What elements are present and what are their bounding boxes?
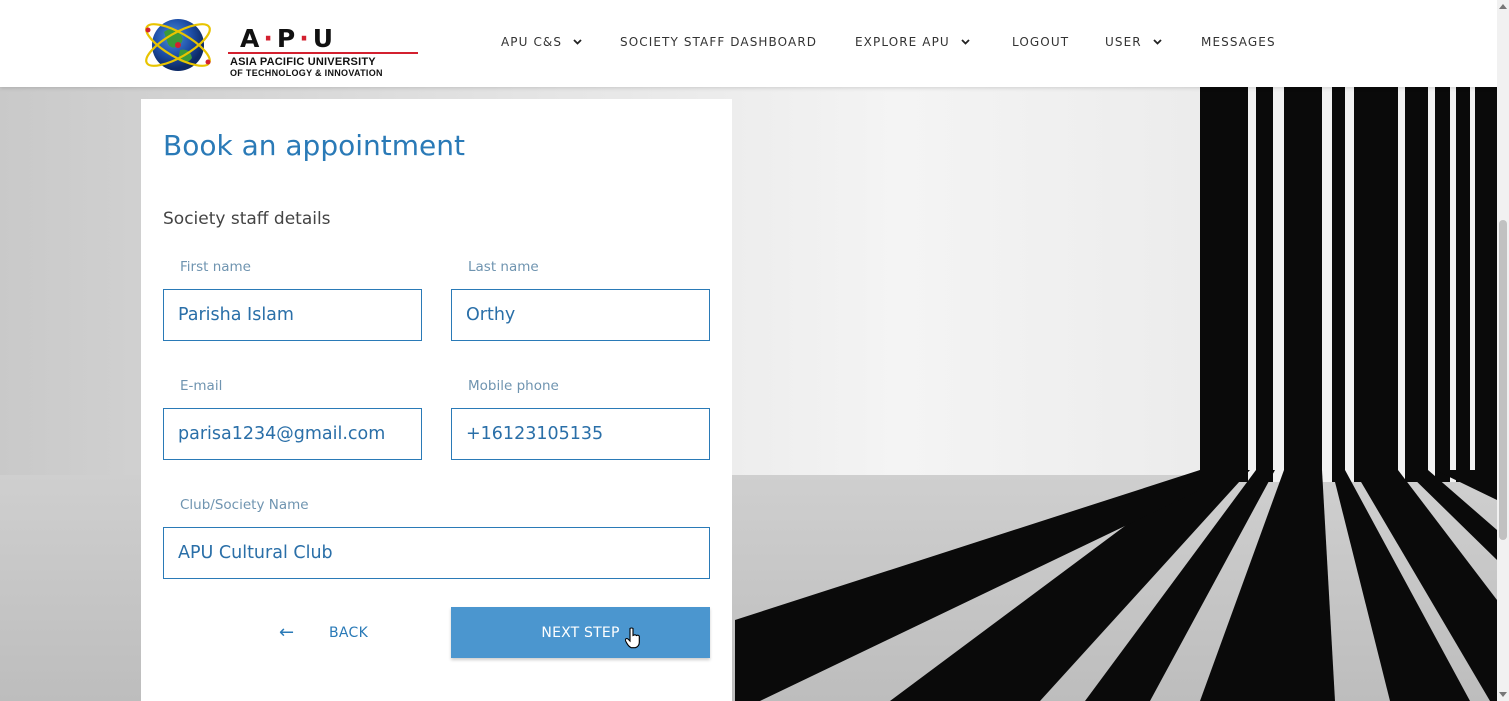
section-heading: Society staff details — [163, 209, 331, 229]
mobile-phone-field[interactable] — [451, 408, 710, 460]
back-button[interactable]: ← BACK — [271, 617, 391, 649]
page-scrollbar[interactable] — [1497, 0, 1509, 701]
nav-label: LOGOUT — [1012, 35, 1070, 49]
logo-divider — [228, 52, 418, 54]
nav-label: SOCIETY STAFF DASHBOARD — [620, 35, 818, 49]
scrollbar-thumb[interactable] — [1499, 220, 1507, 540]
scroll-up-icon[interactable] — [1499, 4, 1507, 9]
apu-logo[interactable]: A·P·U ASIA PACIFIC UNIVERSITY OF TECHNOL… — [140, 10, 430, 78]
email-field[interactable] — [163, 408, 422, 460]
next-step-button[interactable]: NEXT STEP — [451, 607, 710, 658]
nav-label: APU C&S — [501, 35, 563, 49]
chevron-down-icon — [961, 39, 970, 45]
site-header: A·P·U ASIA PACIFIC UNIVERSITY OF TECHNOL… — [0, 0, 1497, 87]
club-name-label: Club/Society Name — [180, 497, 309, 513]
nav-society-staff-dashboard[interactable]: SOCIETY STAFF DASHBOARD — [620, 35, 817, 49]
email-label: E-mail — [180, 378, 223, 394]
nav-label: USER — [1105, 35, 1142, 49]
scroll-down-icon[interactable] — [1499, 692, 1507, 697]
logo-university-tagline: OF TECHNOLOGY & INNOVATION — [230, 68, 383, 78]
logo-university-name: ASIA PACIFIC UNIVERSITY — [230, 56, 376, 68]
first-name-label: First name — [180, 259, 251, 275]
nav-logout[interactable]: LOGOUT — [1012, 35, 1069, 49]
hand-pointer-icon — [625, 627, 640, 649]
nav-label: EXPLORE APU — [855, 35, 950, 49]
globe-logo-icon — [145, 19, 211, 71]
last-name-field[interactable] — [451, 289, 710, 341]
nav-user[interactable]: USER — [1105, 35, 1162, 49]
page-title: Book an appointment — [163, 129, 465, 162]
nav-label: MESSAGES — [1201, 35, 1276, 49]
first-name-field[interactable] — [163, 289, 422, 341]
nav-messages[interactable]: MESSAGES — [1201, 35, 1276, 49]
nav-explore-apu[interactable]: EXPLORE APU — [855, 35, 970, 49]
logo-wordmark: A·P·U — [240, 24, 337, 53]
back-button-label: BACK — [329, 625, 369, 641]
chevron-down-icon — [1153, 39, 1162, 45]
mobile-phone-label: Mobile phone — [468, 378, 559, 394]
nav-apu-cs[interactable]: APU C&S — [501, 35, 582, 49]
arrow-left-icon: ← — [279, 622, 295, 643]
appointment-form-card: Book an appointment Society staff detail… — [141, 99, 732, 701]
chevron-down-icon — [573, 39, 582, 45]
last-name-label: Last name — [468, 259, 539, 275]
club-name-field[interactable] — [163, 527, 710, 579]
